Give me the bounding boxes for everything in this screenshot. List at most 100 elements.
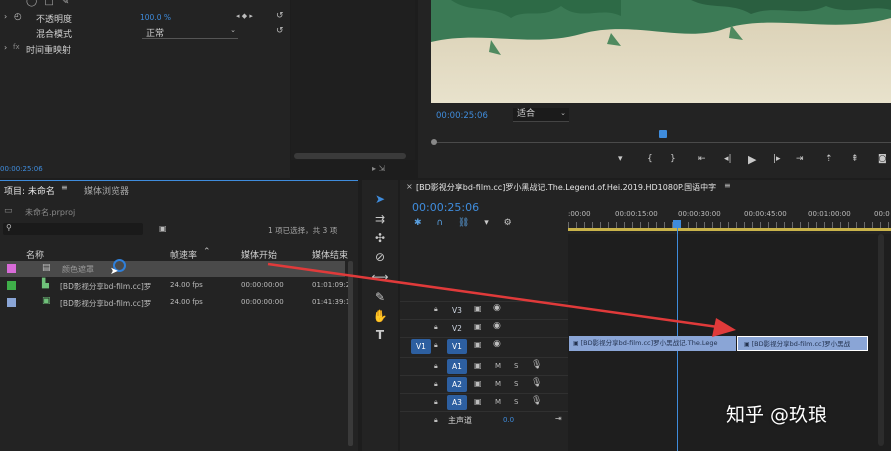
close-icon[interactable]: ×: [406, 182, 413, 191]
eye-icon[interactable]: ◉: [493, 339, 501, 349]
sequence-title[interactable]: [BD影视分享bd-film.cc]罗小黑战记.The.Legend.of.He…: [416, 182, 716, 193]
lock-icon[interactable]: 🔒︎: [434, 362, 438, 371]
opacity-value[interactable]: 100.0 %: [140, 13, 171, 22]
track-label-v3[interactable]: V3: [447, 303, 467, 318]
step-back-icon[interactable]: ◂|: [724, 154, 732, 164]
ripple-edit-tool-icon[interactable]: ✣: [371, 231, 389, 245]
step-forward-icon[interactable]: |▸: [773, 154, 781, 164]
lock-icon[interactable]: 🔒︎: [434, 305, 438, 314]
playhead-icon[interactable]: [673, 220, 681, 228]
sync-lock-icon[interactable]: ▣: [474, 304, 482, 313]
column-fps[interactable]: 帧速率: [170, 248, 197, 261]
stopwatch-icon[interactable]: ◴: [14, 12, 22, 22]
sync-lock-icon[interactable]: ▣: [474, 322, 482, 331]
nest-icon[interactable]: ✱: [414, 218, 422, 228]
column-media-start[interactable]: 媒体开始: [241, 248, 277, 261]
snap-icon[interactable]: ∩: [436, 218, 443, 228]
microphone-icon[interactable]: 🎙︎: [531, 396, 542, 406]
wrench-icon[interactable]: ⚙: [504, 218, 512, 228]
sync-lock-icon[interactable]: ▣: [474, 397, 482, 406]
mark-in-icon[interactable]: {: [647, 154, 653, 164]
mute-button[interactable]: M: [495, 398, 501, 406]
ellipse-icon[interactable]: ◯: [26, 0, 37, 7]
lock-icon[interactable]: 🔒︎: [434, 323, 438, 332]
column-media-end[interactable]: 媒体结束: [312, 248, 348, 261]
reset-icon[interactable]: ↺: [276, 11, 284, 21]
work-area-bar[interactable]: [568, 228, 891, 231]
project-scrollbar[interactable]: [348, 261, 353, 446]
sequence-menu-icon[interactable]: ≡: [724, 181, 731, 190]
project-row[interactable]: ▙ [BD影视分享bd-film.cc]罗 24.00 fps 00:00:00…: [0, 278, 350, 294]
lock-icon[interactable]: 🔒︎: [434, 380, 438, 389]
track-label-a3[interactable]: A3: [447, 395, 467, 410]
play-icon[interactable]: ▶: [748, 153, 756, 166]
lift-icon[interactable]: ⇡: [825, 154, 833, 164]
lock-icon[interactable]: 🔒︎: [434, 416, 438, 425]
time-ruler[interactable]: :00:00 00:00:15:00 00:00:30:00 00:00:45:…: [568, 206, 891, 232]
rectangle-icon[interactable]: □: [44, 0, 53, 7]
solo-button[interactable]: S: [514, 380, 518, 388]
reset-icon[interactable]: ↺: [276, 26, 284, 36]
video-clip-2[interactable]: ▣ [BD影视分享bd-film.cc]罗小黑战: [737, 336, 868, 351]
tab-menu-icon[interactable]: ≡: [61, 183, 68, 192]
source-patch-v1[interactable]: V1: [411, 339, 431, 354]
eye-icon[interactable]: ◉: [493, 321, 501, 331]
solo-button[interactable]: S: [514, 398, 518, 406]
razor-tool-icon[interactable]: ⊘: [371, 250, 389, 264]
tab-project[interactable]: 项目: 未命名: [4, 184, 55, 197]
column-name[interactable]: 名称: [26, 248, 44, 261]
add-marker-icon[interactable]: ▾: [618, 154, 623, 164]
pen-icon[interactable]: ✎: [61, 0, 69, 7]
mark-out-icon[interactable]: }: [670, 154, 676, 164]
keyframe-nav-icon[interactable]: ◂ ◆ ▸: [236, 12, 253, 20]
project-row[interactable]: ▣ [BD影视分享bd-film.cc]罗 24.00 fps 00:00:00…: [0, 295, 350, 311]
effect-scrollbar[interactable]: [294, 153, 406, 159]
timeline-scrollbar[interactable]: [878, 234, 884, 446]
playhead-icon[interactable]: [659, 130, 667, 138]
timeline-timecode[interactable]: 00:00:25:06: [412, 201, 479, 214]
mute-button[interactable]: M: [495, 380, 501, 388]
lock-icon[interactable]: 🔒︎: [434, 341, 438, 350]
export-frame-icon[interactable]: ◙: [878, 154, 887, 164]
microphone-icon[interactable]: 🎙︎: [531, 378, 542, 388]
microphone-icon[interactable]: 🎙︎: [531, 360, 542, 370]
track-label-a2[interactable]: A2: [447, 377, 467, 392]
ruler-label: 00:00:15:00: [615, 210, 658, 218]
add-marker-icon[interactable]: ▾: [484, 218, 489, 228]
track-select-tool-icon[interactable]: ⇉: [371, 212, 389, 226]
selection-tool-icon[interactable]: ➤: [371, 192, 389, 206]
project-search-input[interactable]: ⚲: [3, 223, 143, 235]
video-clip-1[interactable]: ▣ [BD影视分享bd-film.cc]罗小黑战记.The.Lege: [569, 336, 736, 351]
chevron-down-icon: ⌄: [560, 109, 566, 117]
track-label-v2[interactable]: V2: [447, 321, 467, 336]
track-label-v1[interactable]: V1: [447, 339, 467, 354]
master-volume[interactable]: 0.0: [503, 416, 514, 424]
go-to-end-icon[interactable]: ⇥: [555, 414, 562, 423]
solo-button[interactable]: S: [514, 362, 518, 370]
slip-tool-icon[interactable]: ⟷: [371, 270, 389, 284]
extract-icon[interactable]: ⇞: [851, 154, 859, 164]
expand-chevron-icon[interactable]: ›: [4, 43, 7, 52]
fit-select[interactable]: 适合 ⌄: [513, 108, 569, 122]
sync-lock-icon[interactable]: ▣: [474, 361, 482, 370]
type-tool-icon[interactable]: T: [371, 328, 389, 342]
effect-footer-icons[interactable]: ▸ ⇲: [372, 164, 385, 173]
expand-chevron-icon[interactable]: ›: [4, 12, 7, 21]
monitor-timecode[interactable]: 00:00:25:06: [436, 111, 488, 121]
eye-icon[interactable]: ◉: [493, 303, 501, 313]
monitor-scrub-bar[interactable]: [431, 130, 891, 145]
tab-media-browser[interactable]: 媒体浏览器: [84, 184, 129, 197]
track-label-a1[interactable]: A1: [447, 359, 467, 374]
sync-lock-icon[interactable]: ▣: [474, 340, 482, 349]
new-bin-icon[interactable]: ▣: [159, 224, 167, 233]
pen-tool-icon[interactable]: ✎: [371, 290, 389, 304]
mute-button[interactable]: M: [495, 362, 501, 370]
linked-selection-icon[interactable]: ⛓: [458, 218, 469, 228]
sync-lock-icon[interactable]: ▣: [474, 379, 482, 388]
project-row[interactable]: ▤ 颜色遮罩 ➤: [0, 259, 345, 277]
blend-mode-select[interactable]: 正常 ⌄: [142, 26, 238, 39]
lock-icon[interactable]: 🔒︎: [434, 398, 438, 407]
hand-tool-icon[interactable]: ✋: [371, 309, 389, 323]
go-to-in-icon[interactable]: ⇤: [698, 154, 706, 164]
go-to-out-icon[interactable]: ⇥: [796, 154, 804, 164]
